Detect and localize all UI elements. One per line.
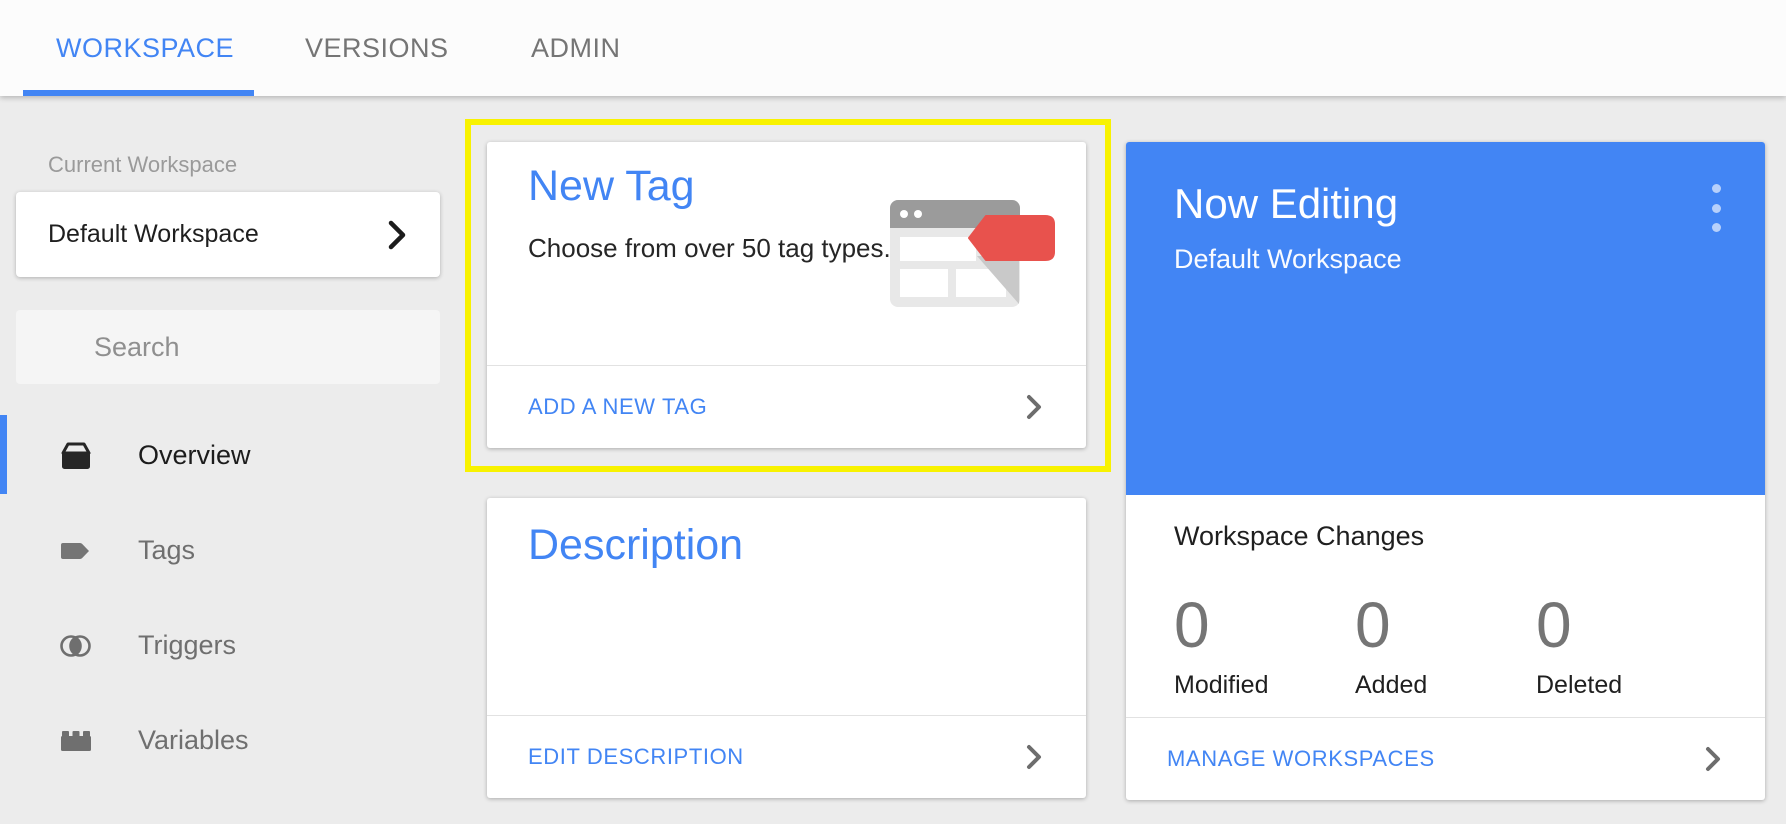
search-input[interactable] [94,331,448,363]
stat-label: Modified [1174,671,1269,700]
add-new-tag-label: ADD A NEW TAG [528,394,708,419]
add-new-tag-button[interactable]: ADD A NEW TAG [487,365,1086,448]
now-editing-card: Now Editing Default Workspace Workspace … [1126,142,1765,800]
sidebar-nav: Overview Tags Triggers Variables [0,408,460,788]
stat-label: Added [1355,671,1428,700]
sidebar-item-label: Tags [138,535,196,565]
workspace-changes-title: Workspace Changes [1174,521,1425,551]
now-editing-title: Now Editing [1174,180,1399,227]
stat-added: 0 Added [1355,589,1536,700]
triggers-icon [60,634,91,657]
stat-deleted: 0 Deleted [1536,589,1717,700]
red-tag-graphic [968,215,1055,304]
now-editing-workspace-name: Default Workspace [1174,244,1402,275]
tag-icon [61,542,89,559]
workspace-selector[interactable]: Default Workspace [16,192,440,277]
new-tag-title: New Tag [528,162,695,210]
stat-modified: 0 Modified [1174,589,1355,700]
workspace-selector-name: Default Workspace [48,220,259,248]
sidebar-item-label: Variables [138,725,249,755]
manage-workspaces-button[interactable]: MANAGE WORKSPACES [1126,717,1765,800]
sidebar-item-tags[interactable]: Tags [0,503,460,598]
active-tab-underline [23,90,254,96]
new-tag-card: New Tag Choose from over 50 tag types. A… [487,142,1086,448]
description-title: Description [528,521,744,569]
overview-box-icon [61,442,91,469]
tag-illustration [890,198,1060,310]
variables-brick-icon [61,730,91,751]
stat-value: 0 [1536,589,1572,661]
sidebar-item-label: Overview [138,440,251,470]
sidebar-item-label: Triggers [138,630,237,660]
tab-workspace[interactable]: WORKSPACE [56,0,234,96]
stat-value: 0 [1355,589,1391,661]
sidebar-item-triggers[interactable]: Triggers [0,598,460,693]
sidebar-item-variables[interactable]: Variables [0,693,460,788]
edit-description-button[interactable]: EDIT DESCRIPTION [487,715,1086,798]
new-tag-description-text: Choose from over 50 tag types. [528,233,891,263]
manage-workspaces-label: MANAGE WORKSPACES [1167,746,1435,771]
chevron-right-icon [1027,745,1041,769]
current-workspace-label: Current Workspace [48,152,238,177]
chevron-right-icon [1706,747,1720,771]
kebab-menu-icon[interactable] [1711,184,1721,232]
sidebar-item-overview[interactable]: Overview [0,408,460,503]
search-box[interactable] [16,310,448,384]
tab-admin[interactable]: ADMIN [531,0,621,96]
stat-value: 0 [1174,589,1210,661]
chevron-right-icon [1027,395,1041,419]
workspace-changes-stats: 0 Modified 0 Added 0 Deleted [1174,589,1717,700]
description-card: Description EDIT DESCRIPTION [487,498,1086,798]
tab-versions[interactable]: VERSIONS [305,0,449,96]
gtm-workspace-page: WORKSPACE VERSIONS ADMIN Current Workspa… [0,0,1786,824]
now-editing-header: Now Editing Default Workspace [1126,142,1765,495]
chevron-right-icon [388,220,406,249]
workspace-changes-section: Workspace Changes 0 Modified 0 Added 0 D… [1126,495,1765,700]
edit-description-label: EDIT DESCRIPTION [528,744,744,769]
stat-label: Deleted [1536,671,1623,700]
top-nav: WORKSPACE VERSIONS ADMIN [0,0,1786,96]
